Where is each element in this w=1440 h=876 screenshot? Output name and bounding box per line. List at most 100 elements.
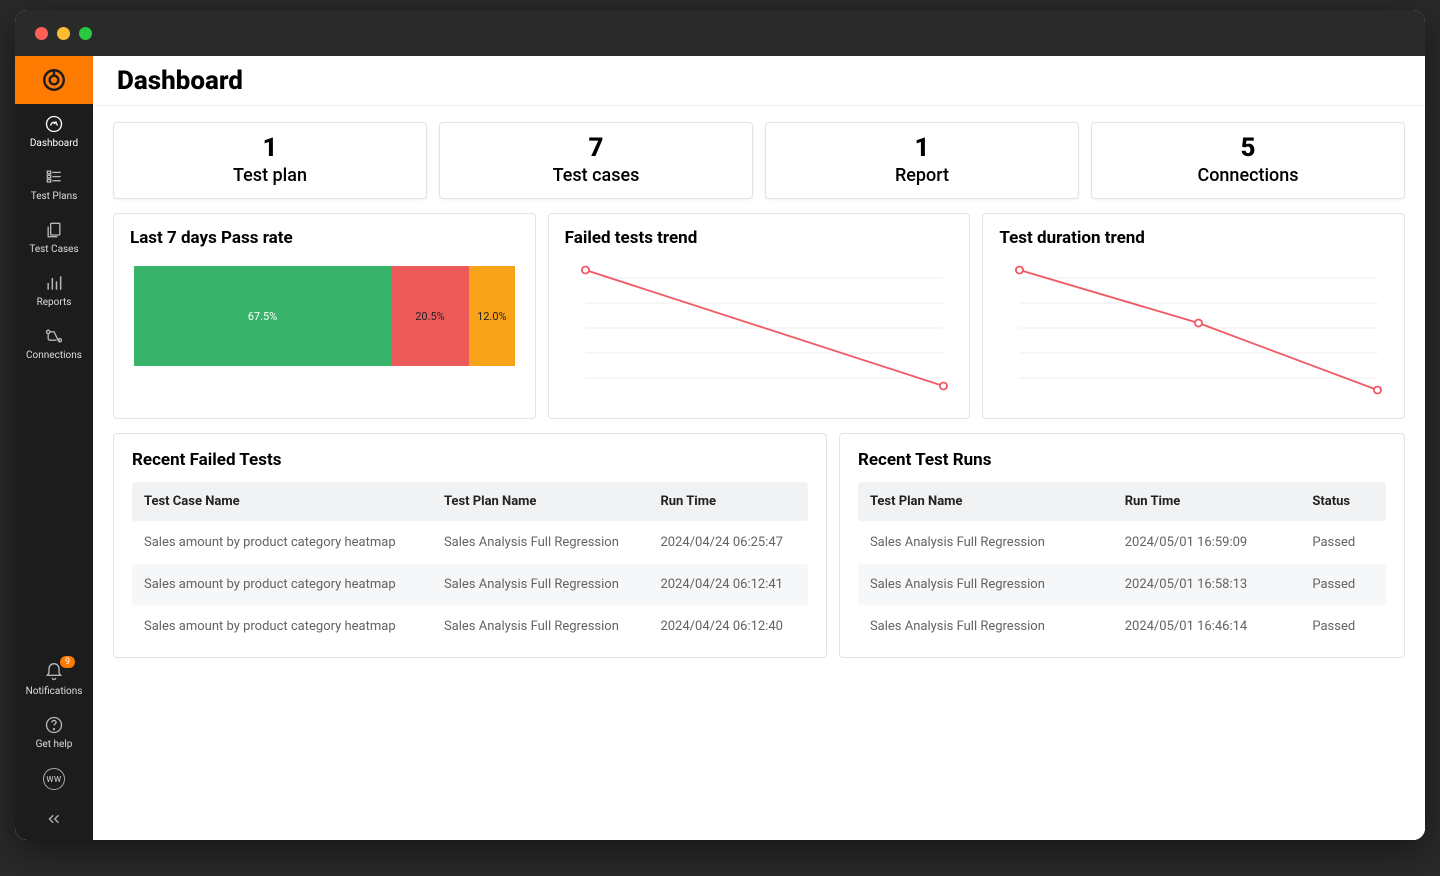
- other-segment: 12.0%: [469, 266, 515, 366]
- pass-rate-chart: 67.5% 20.5% 12.0%: [134, 266, 515, 366]
- cell-status: Passed: [1300, 522, 1386, 564]
- list-icon: [44, 167, 64, 187]
- mac-titlebar: [15, 10, 1425, 56]
- stat-value: 7: [440, 133, 752, 163]
- cell-name: Sales amount by product category heatmap: [132, 606, 432, 648]
- sidebar-item-label: Test Cases: [29, 244, 78, 255]
- stat-value: 1: [114, 133, 426, 163]
- sidebar-item-label: Test Plans: [31, 191, 78, 202]
- copy-icon: [44, 220, 64, 240]
- table-row[interactable]: Sales amount by product category heatmap…: [132, 522, 808, 564]
- table-row[interactable]: Sales Analysis Full Regression 2024/05/0…: [858, 564, 1386, 606]
- cell-name: Sales amount by product category heatmap: [132, 522, 432, 564]
- sidebar-item-label: Connections: [26, 350, 82, 361]
- sidebar-item-dashboard[interactable]: Dashboard: [15, 104, 93, 157]
- app-window: Dashboard Test Plans Test Cases Reports …: [15, 10, 1425, 840]
- chart-title: Test duration trend: [999, 228, 1388, 248]
- stat-card-report[interactable]: 1 Report: [765, 122, 1079, 199]
- help-icon: [44, 715, 64, 735]
- stat-value: 5: [1092, 133, 1404, 163]
- cell-time: 2024/04/24 06:25:47: [648, 522, 808, 564]
- sidebar-item-test-plans[interactable]: Test Plans: [15, 157, 93, 210]
- charts-row: Last 7 days Pass rate 67.5% 20.5% 12.0% …: [113, 213, 1405, 419]
- sidebar-item-connections[interactable]: Connections: [15, 316, 93, 369]
- sidebar-item-notifications[interactable]: 9 Notifications: [15, 652, 93, 705]
- cell-time: 2024/04/24 06:12:40: [648, 606, 808, 648]
- cell-time: 2024/05/01 16:46:14: [1113, 606, 1301, 648]
- chart-title: Failed tests trend: [565, 228, 954, 248]
- sidebar-item-label: Dashboard: [30, 138, 78, 149]
- dashboard-icon: [44, 114, 64, 134]
- cell-status: Passed: [1300, 606, 1386, 648]
- stat-label: Report: [766, 165, 1078, 186]
- cell-plan: Sales Analysis Full Regression: [858, 564, 1113, 606]
- page-header: Dashboard: [93, 56, 1425, 106]
- cell-time: 2024/05/01 16:59:09: [1113, 522, 1301, 564]
- maximize-window-button[interactable]: [79, 27, 92, 40]
- user-avatar: WW: [43, 768, 65, 790]
- recent-failed-table: Test Case Name Test Plan Name Run Time S…: [132, 482, 808, 647]
- cell-plan: Sales Analysis Full Regression: [858, 522, 1113, 564]
- close-window-button[interactable]: [35, 27, 48, 40]
- chart-title: Last 7 days Pass rate: [130, 228, 519, 248]
- cell-time: 2024/04/24 06:12:41: [648, 564, 808, 606]
- pass-rate-card: Last 7 days Pass rate 67.5% 20.5% 12.0%: [113, 213, 536, 419]
- stats-row: 1 Test plan 7 Test cases 1 Report 5 Conn…: [113, 122, 1405, 199]
- recent-runs-card: Recent Test Runs Test Plan Name Run Time…: [839, 433, 1405, 658]
- stat-card-test-cases[interactable]: 7 Test cases: [439, 122, 753, 199]
- connection-icon: [44, 326, 64, 346]
- fail-segment: 20.5%: [391, 266, 469, 366]
- col-header: Status: [1300, 482, 1386, 522]
- table-row[interactable]: Sales Analysis Full Regression 2024/05/0…: [858, 522, 1386, 564]
- sidebar-item-test-cases[interactable]: Test Cases: [15, 210, 93, 263]
- duration-trend-card: Test duration trend: [982, 213, 1405, 419]
- duration-trend-chart: [999, 258, 1388, 408]
- tables-row: Recent Failed Tests Test Case Name Test …: [113, 433, 1405, 658]
- recent-runs-table: Test Plan Name Run Time Status Sales Ana…: [858, 482, 1386, 647]
- failed-trend-card: Failed tests trend: [548, 213, 971, 419]
- cell-plan: Sales Analysis Full Regression: [432, 564, 648, 606]
- app-body: Dashboard Test Plans Test Cases Reports …: [15, 56, 1425, 840]
- cell-status: Passed: [1300, 564, 1386, 606]
- pass-segment: 67.5%: [134, 266, 391, 366]
- main-content: Dashboard 1 Test plan 7 Test cases 1 Rep…: [93, 56, 1425, 840]
- sidebar-item-reports[interactable]: Reports: [15, 263, 93, 316]
- page-title: Dashboard: [117, 66, 243, 96]
- col-header: Test Case Name: [132, 482, 432, 522]
- sidebar-item-avatar[interactable]: WW: [15, 758, 93, 798]
- notification-badge: 9: [60, 656, 75, 668]
- sidebar-item-label: Get help: [36, 739, 73, 750]
- stat-card-test-plan[interactable]: 1 Test plan: [113, 122, 427, 199]
- col-header: Run Time: [648, 482, 808, 522]
- table-title: Recent Test Runs: [858, 450, 1386, 470]
- failed-trend-chart: [565, 258, 954, 408]
- minimize-window-button[interactable]: [57, 27, 70, 40]
- col-header: Test Plan Name: [858, 482, 1113, 522]
- col-header: Run Time: [1113, 482, 1301, 522]
- cell-plan: Sales Analysis Full Regression: [432, 606, 648, 648]
- col-header: Test Plan Name: [432, 482, 648, 522]
- cell-time: 2024/05/01 16:58:13: [1113, 564, 1301, 606]
- stat-value: 1: [766, 133, 1078, 163]
- cell-name: Sales amount by product category heatmap: [132, 564, 432, 606]
- app-logo[interactable]: [15, 56, 93, 104]
- sidebar: Dashboard Test Plans Test Cases Reports …: [15, 56, 93, 840]
- sidebar-item-label: Notifications: [26, 686, 83, 697]
- dashboard-content: 1 Test plan 7 Test cases 1 Report 5 Conn…: [93, 106, 1425, 840]
- cell-plan: Sales Analysis Full Regression: [858, 606, 1113, 648]
- recent-failed-card: Recent Failed Tests Test Case Name Test …: [113, 433, 827, 658]
- stat-label: Connections: [1092, 165, 1404, 186]
- main-nav: Dashboard Test Plans Test Cases Reports …: [15, 104, 93, 652]
- cell-plan: Sales Analysis Full Regression: [432, 522, 648, 564]
- stat-label: Test plan: [114, 165, 426, 186]
- sidebar-footer: 9 Notifications Get help WW: [15, 652, 93, 840]
- table-row[interactable]: Sales amount by product category heatmap…: [132, 606, 808, 648]
- table-title: Recent Failed Tests: [132, 450, 808, 470]
- bar-chart-icon: [44, 273, 64, 293]
- sidebar-collapse-button[interactable]: [15, 798, 93, 840]
- table-row[interactable]: Sales amount by product category heatmap…: [132, 564, 808, 606]
- table-row[interactable]: Sales Analysis Full Regression 2024/05/0…: [858, 606, 1386, 648]
- sidebar-item-label: Reports: [37, 297, 72, 308]
- stat-card-connections[interactable]: 5 Connections: [1091, 122, 1405, 199]
- sidebar-item-help[interactable]: Get help: [15, 705, 93, 758]
